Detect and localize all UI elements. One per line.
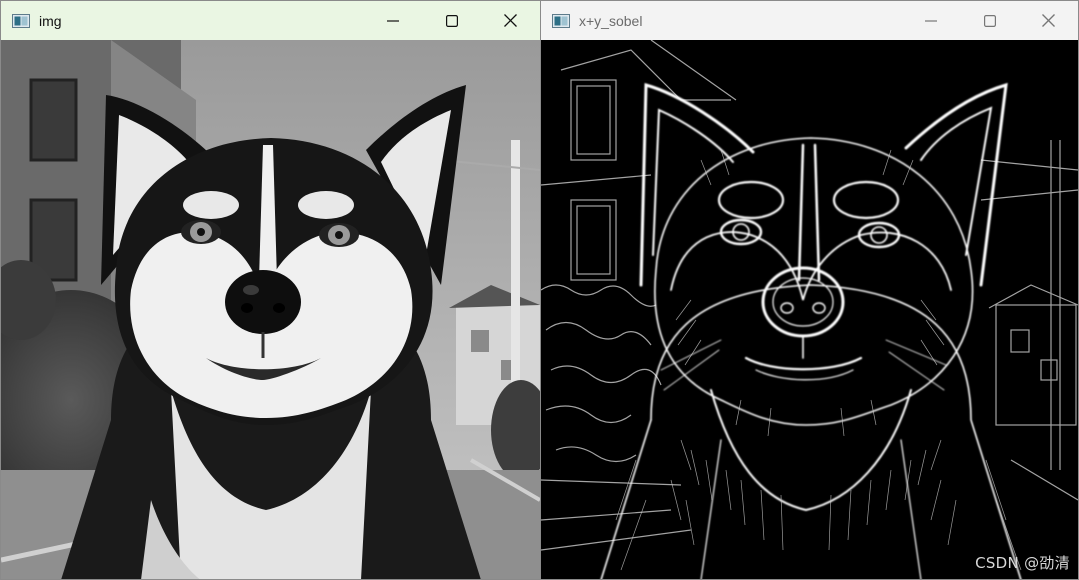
- husky-grayscale-image: [1, 40, 540, 579]
- image-canvas-original: [1, 40, 540, 579]
- maximize-button[interactable]: [422, 1, 481, 40]
- close-button[interactable]: [1019, 1, 1078, 40]
- image-canvas-sobel: CSDN @劭清: [541, 40, 1078, 579]
- app-icon: [552, 13, 570, 28]
- close-button[interactable]: [481, 1, 540, 40]
- csdn-watermark: CSDN @劭清: [975, 554, 1070, 572]
- close-icon: [504, 14, 517, 27]
- minimize-button[interactable]: [363, 1, 422, 40]
- window-controls: [363, 1, 540, 40]
- maximize-icon: [445, 14, 458, 27]
- image-window-sobel[interactable]: x+y_sobel CSDN @劭清: [540, 0, 1079, 580]
- minimize-icon: [386, 19, 399, 22]
- maximize-button[interactable]: [960, 1, 1019, 40]
- husky-sobel-edge-image: [541, 40, 1078, 579]
- app-icon: [12, 13, 30, 28]
- minimize-icon: [924, 19, 937, 22]
- minimize-button[interactable]: [901, 1, 960, 40]
- window-title: x+y_sobel: [579, 12, 643, 29]
- window-controls: [901, 1, 1078, 40]
- window-titlebar[interactable]: img: [1, 1, 540, 40]
- close-icon: [1042, 14, 1055, 27]
- image-window-original[interactable]: img: [0, 0, 541, 580]
- maximize-icon: [983, 14, 996, 27]
- window-title: img: [39, 12, 62, 29]
- window-titlebar[interactable]: x+y_sobel: [541, 1, 1078, 40]
